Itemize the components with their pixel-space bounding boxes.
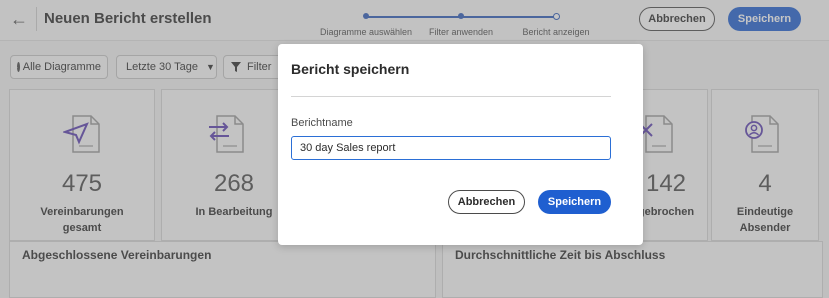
dialog-save-button[interactable]: Speichern [538, 190, 611, 214]
dialog-divider [291, 96, 611, 97]
dialog-cancel-button[interactable]: Abbrechen [448, 190, 525, 214]
dialog-title: Bericht speichern [291, 61, 410, 77]
save-report-dialog: Bericht speichern Berichtname Abbrechen … [278, 44, 643, 245]
report-name-input[interactable] [291, 136, 611, 160]
report-name-label: Berichtname [291, 117, 353, 129]
